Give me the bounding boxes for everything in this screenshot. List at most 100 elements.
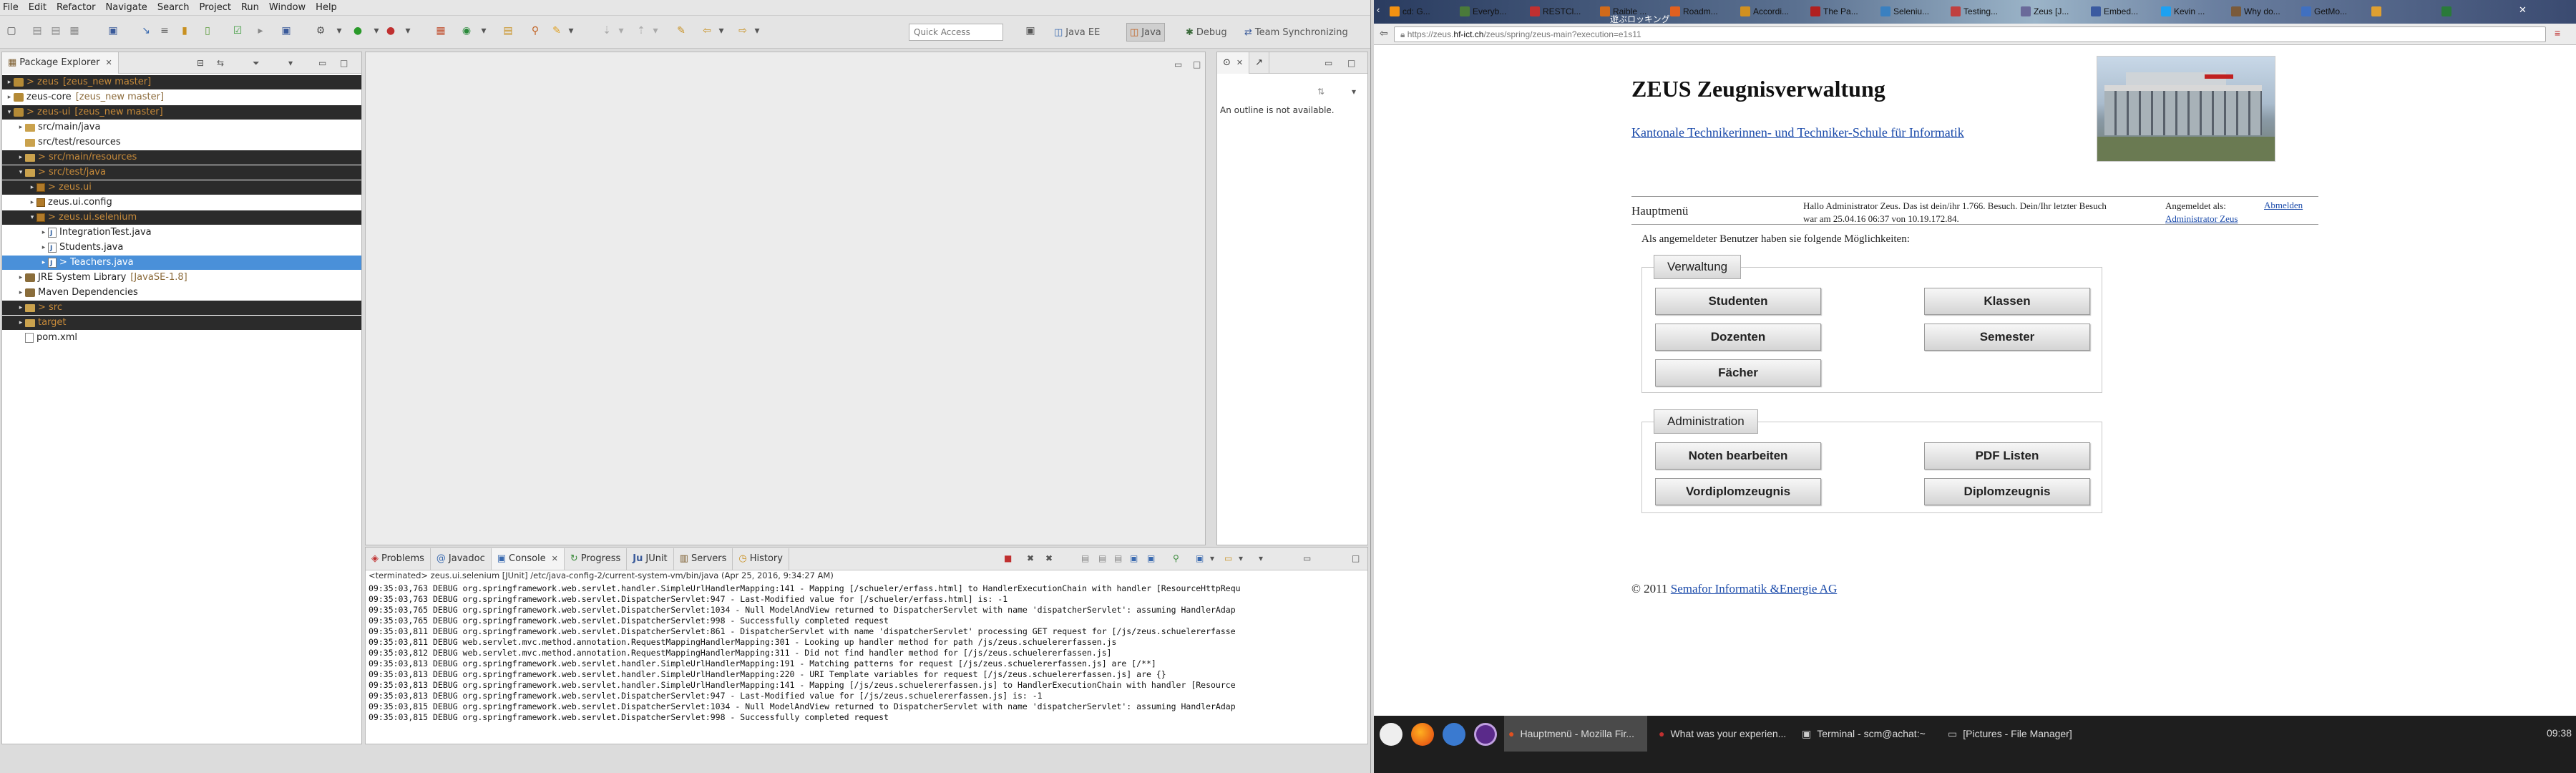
quick-access-input[interactable] (909, 24, 1003, 41)
editor-minimize-icon[interactable]: ▭ (1174, 59, 1182, 69)
save-icon[interactable]: ▤ (31, 25, 43, 37)
open-console-icon[interactable]: ▭ (1224, 553, 1232, 563)
browser-tab[interactable]: Testing... (1948, 1, 2015, 22)
tree-item[interactable]: ▾ > src/test/java (2, 165, 361, 180)
menu-edit[interactable]: Edit (29, 2, 47, 13)
skip-breakpoints-icon[interactable]: ↘ (140, 25, 152, 37)
menu-window[interactable]: Window (269, 2, 306, 13)
twisty-icon[interactable]: ▸ (16, 271, 25, 285)
next-dropdown-icon[interactable]: ▾ (615, 25, 627, 37)
linux-tux-icon[interactable] (1380, 723, 1402, 746)
browser-tab[interactable]: Kevin ... (2158, 1, 2225, 22)
lock-icon[interactable]: ▮ (179, 25, 190, 37)
tree-item[interactable]: ▸ target (2, 316, 361, 330)
show-stderr-icon[interactable]: ▣ (1147, 553, 1155, 563)
menu-help[interactable]: Help (316, 2, 337, 13)
remove-launch-icon[interactable]: ✖ (1027, 553, 1034, 563)
menu-navigate[interactable]: Navigate (106, 2, 147, 13)
browser-tab[interactable]: Accordi... (1737, 1, 1805, 22)
twisty-icon[interactable]: ▸ (5, 75, 14, 89)
eclipse-launcher-icon[interactable] (1474, 723, 1497, 746)
close-window-icon[interactable]: ✕ (2519, 4, 2527, 16)
tree-item[interactable]: ▸ > src/main/resources (2, 150, 361, 165)
vordiplomzeugnis-button[interactable]: Vordiplomzeugnis (1655, 478, 1821, 505)
forward-dropdown-icon[interactable]: ▾ (751, 25, 763, 37)
perspective-team-sync[interactable]: ⇄ Team Synchronizing (1241, 23, 1352, 42)
pdf-listen-button[interactable]: PDF Listen (1924, 442, 2090, 470)
semester-button[interactable]: Semester (1924, 324, 2090, 351)
run-dropdown-icon[interactable]: ▾ (371, 25, 382, 37)
twisty-icon[interactable]: ▸ (16, 316, 25, 330)
browser-tab[interactable]: cd: G... (1387, 1, 1454, 22)
twisty-icon[interactable]: ▾ (16, 165, 25, 180)
console-output[interactable]: 09:35:03,763 DEBUG org.springframework.w… (366, 583, 1367, 744)
tab-history[interactable]: ◷ History (733, 548, 789, 570)
terminate-icon[interactable]: ■ (1004, 553, 1012, 563)
maximize-icon[interactable]: □ (1347, 58, 1355, 68)
menu-project[interactable]: Project (199, 2, 230, 13)
twisty-icon[interactable]: ▾ (28, 210, 36, 225)
new-icon[interactable]: ▢ (6, 25, 17, 37)
perspective-debug[interactable]: ✱ Debug (1182, 23, 1231, 42)
perspective-java-ee[interactable]: ◫ Java EE (1050, 23, 1103, 42)
browser-tab[interactable]: Why do... (2228, 1, 2296, 22)
twisty-icon[interactable]: ▸ (5, 90, 14, 104)
close-icon[interactable]: ✕ (105, 58, 112, 67)
new-java-icon[interactable]: ▦ (435, 25, 447, 37)
tab-task-list[interactable]: ↗ (1249, 52, 1270, 74)
toggle-icon[interactable]: ≡ (159, 25, 170, 37)
twisty-icon[interactable]: ▸ (16, 286, 25, 300)
menu-search[interactable]: Search (157, 2, 190, 13)
word-wrap-icon[interactable]: ▤ (1114, 553, 1122, 563)
tab-progress[interactable]: ↻ Progress (565, 548, 628, 570)
pencil-icon[interactable]: ✎ (551, 25, 562, 37)
tab-outline[interactable]: ⊙ ✕ (1217, 52, 1250, 74)
browser-tab[interactable]: Everyb... (1457, 1, 1524, 22)
clear-console-icon[interactable]: ▤ (1081, 553, 1089, 563)
tree-item[interactable]: src/test/resources (2, 135, 361, 150)
window-icon[interactable]: ▣ (280, 25, 292, 37)
tree-item[interactable]: pom.xml (2, 331, 361, 345)
minimize-icon[interactable]: ▭ (1324, 58, 1332, 68)
collapse-all-icon[interactable]: ⊟ (197, 58, 204, 68)
scroll-lock-icon[interactable]: ▤ (1098, 553, 1106, 563)
twisty-icon[interactable]: ▾ (5, 105, 14, 120)
diplomzeugnis-button[interactable]: Diplomzeugnis (1924, 478, 2090, 505)
next-annotation-icon[interactable]: ⇣ (601, 25, 613, 37)
tree-item[interactable]: ▸ Maven Dependencies (2, 286, 361, 300)
forward-icon[interactable]: ⇨ (737, 25, 748, 37)
tree-item[interactable]: ▸ src/main/java (2, 120, 361, 135)
url-bar[interactable]: 🔒︎ https://zeus.hf-ict.ch/zeus/spring/ze… (1394, 26, 2546, 42)
tree-item[interactable]: ▸ IntegrationTest.java (2, 225, 361, 240)
dozenten-button[interactable]: Dozenten (1655, 324, 1821, 351)
display-console-icon[interactable]: ▣ (1196, 553, 1204, 563)
taskbar-item-firefox[interactable]: ● Hauptmenü - Mozilla Fir... (1504, 716, 1647, 752)
editor-maximize-icon[interactable]: □ (1193, 59, 1201, 69)
maximize-icon[interactable]: □ (340, 58, 348, 68)
show-stdout-icon[interactable]: ▣ (1130, 553, 1138, 563)
twisty-icon[interactable]: ▸ (16, 120, 25, 135)
back-dropdown-icon[interactable]: ▾ (716, 25, 727, 37)
view-menu-icon[interactable]: ▾ (1352, 87, 1356, 97)
noten-bearbeiten-button[interactable]: Noten bearbeiten (1655, 442, 1821, 470)
view-menu-icon[interactable]: ▾ (288, 58, 293, 68)
tab-scroll-left-icon[interactable]: ‹ (1377, 4, 1380, 15)
browser-tab[interactable] (2368, 1, 2436, 22)
minimize-icon[interactable]: ▭ (1303, 553, 1311, 563)
logout-link[interactable]: Abmelden (2264, 200, 2303, 211)
pencil-dropdown-icon[interactable]: ▾ (565, 25, 577, 37)
back-arrow-icon[interactable]: ⇦ (1380, 27, 1388, 39)
dropdown-icon[interactable]: ▾ (333, 25, 345, 37)
close-icon[interactable]: ✕ (1236, 58, 1243, 67)
tree-item[interactable]: ▸ zeus-core [zeus_new master] (2, 90, 361, 104)
tab-problems[interactable]: ◈ Problems (366, 548, 431, 570)
firefox-launcher-icon[interactable] (1411, 723, 1434, 746)
external-tools-icon[interactable]: ● (385, 25, 396, 37)
twisty-icon[interactable]: ▸ (39, 240, 48, 255)
checkbox-icon[interactable]: ☑ (232, 25, 243, 37)
browser-tab[interactable]: Roadm... (1667, 1, 1735, 22)
twisty-icon[interactable]: ▸ (28, 180, 36, 195)
tree-item[interactable]: ▸ JRE System Library [JavaSE-1.8] (2, 271, 361, 285)
tab-javadoc[interactable]: @ Javadoc (431, 548, 492, 570)
browser-tab[interactable]: Embed... (2088, 1, 2155, 22)
